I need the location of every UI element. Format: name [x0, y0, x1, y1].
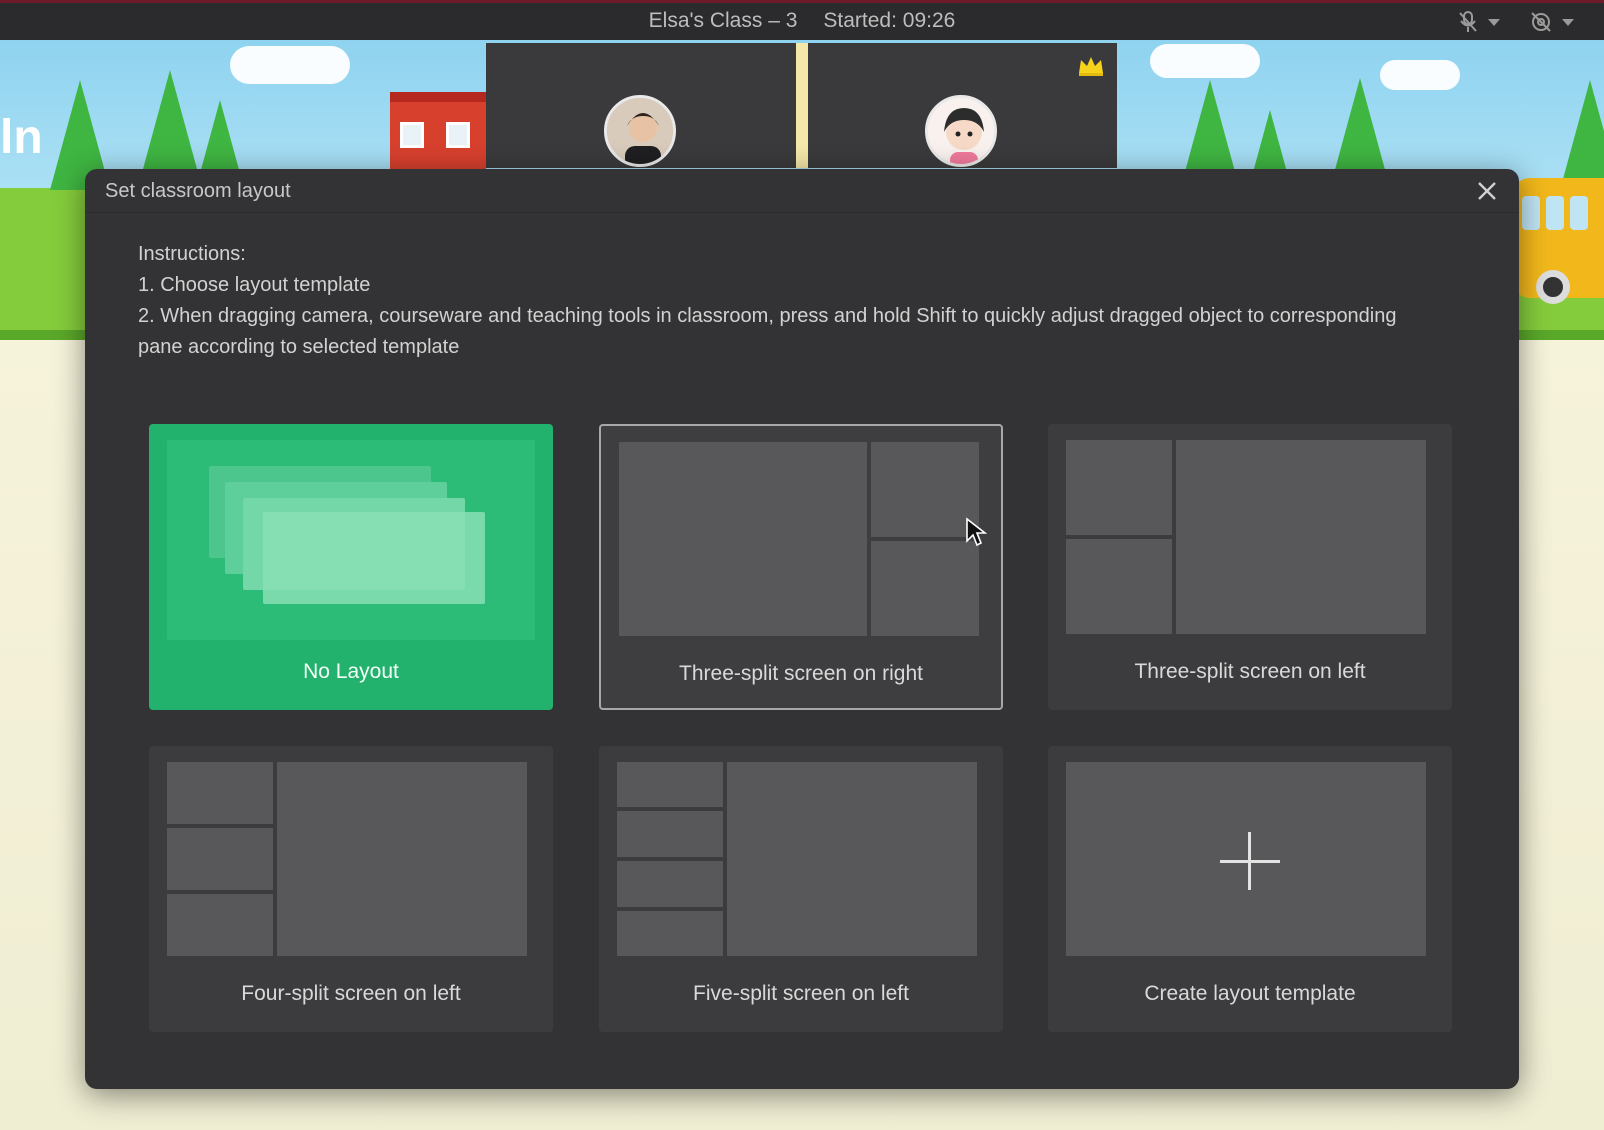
- dialog-title: Set classroom layout: [105, 180, 291, 202]
- template-label: Four-split screen on left: [241, 982, 461, 1005]
- chevron-down-icon: [1562, 18, 1574, 26]
- cloud: [1150, 44, 1260, 78]
- template-four-split-left[interactable]: Four-split screen on left: [149, 746, 553, 1032]
- student-avatar-icon: [925, 95, 997, 167]
- instructions-heading: Instructions:: [138, 243, 246, 265]
- tree: [1560, 80, 1604, 190]
- template-label: Three-split screen on left: [1134, 660, 1366, 683]
- teacher-avatar-icon: [604, 95, 676, 167]
- camera-control[interactable]: [1530, 11, 1574, 33]
- crown-icon: [1079, 57, 1103, 76]
- cloud: [230, 46, 350, 84]
- class-start-time: Started: 09:26: [823, 9, 956, 32]
- school-bus: [1512, 178, 1604, 304]
- scene-partial-text: ln: [0, 111, 43, 164]
- template-no-layout[interactable]: No Layout: [149, 424, 553, 710]
- template-preview: [619, 442, 987, 642]
- window: [400, 122, 424, 148]
- template-label: Five-split screen on left: [693, 982, 909, 1005]
- bus-window: [1546, 196, 1564, 230]
- template-label: No Layout: [303, 660, 399, 683]
- template-preview: [1066, 762, 1434, 962]
- create-layout-template-button[interactable]: Create layout template: [1048, 746, 1452, 1032]
- template-three-split-left[interactable]: Three-split screen on left: [1048, 424, 1452, 710]
- template-label: Create layout template: [1144, 982, 1356, 1005]
- bus-wheel: [1536, 270, 1570, 304]
- instructions: Instructions: 1. Choose layout template …: [138, 239, 1438, 363]
- chevron-down-icon: [1488, 18, 1500, 26]
- class-name: Elsa's Class – 3: [648, 9, 798, 32]
- instruction-step-1: 1. Choose layout template: [138, 274, 371, 296]
- mouse-cursor-icon: [966, 517, 987, 547]
- camera-off-icon: [1531, 12, 1551, 32]
- template-five-split-left[interactable]: Five-split screen on left: [599, 746, 1003, 1032]
- mic-control[interactable]: [1458, 11, 1500, 33]
- dialog-header: Set classroom layout: [85, 169, 1519, 213]
- class-info: Elsa's Class – 3 Started: 09:26: [0, 9, 1604, 33]
- template-preview: [167, 762, 535, 962]
- bus-window: [1570, 196, 1588, 230]
- template-preview: [1066, 440, 1434, 640]
- template-preview: [617, 762, 985, 962]
- bus-window: [1522, 196, 1540, 230]
- template-label: Three-split screen on right: [679, 662, 923, 685]
- set-classroom-layout-dialog: Set classroom layout Instructions: 1. Ch…: [85, 169, 1519, 1089]
- template-three-split-right[interactable]: Three-split screen on right: [599, 424, 1003, 710]
- window: [446, 122, 470, 148]
- title-bar: Elsa's Class – 3 Started: 09:26: [0, 0, 1604, 40]
- video-divider: [796, 43, 808, 168]
- template-preview: [167, 440, 535, 640]
- mic-muted-icon: [1459, 11, 1477, 32]
- close-icon[interactable]: [1473, 177, 1501, 205]
- instruction-step-2: 2. When dragging camera, courseware and …: [138, 305, 1397, 358]
- cloud: [1380, 60, 1460, 90]
